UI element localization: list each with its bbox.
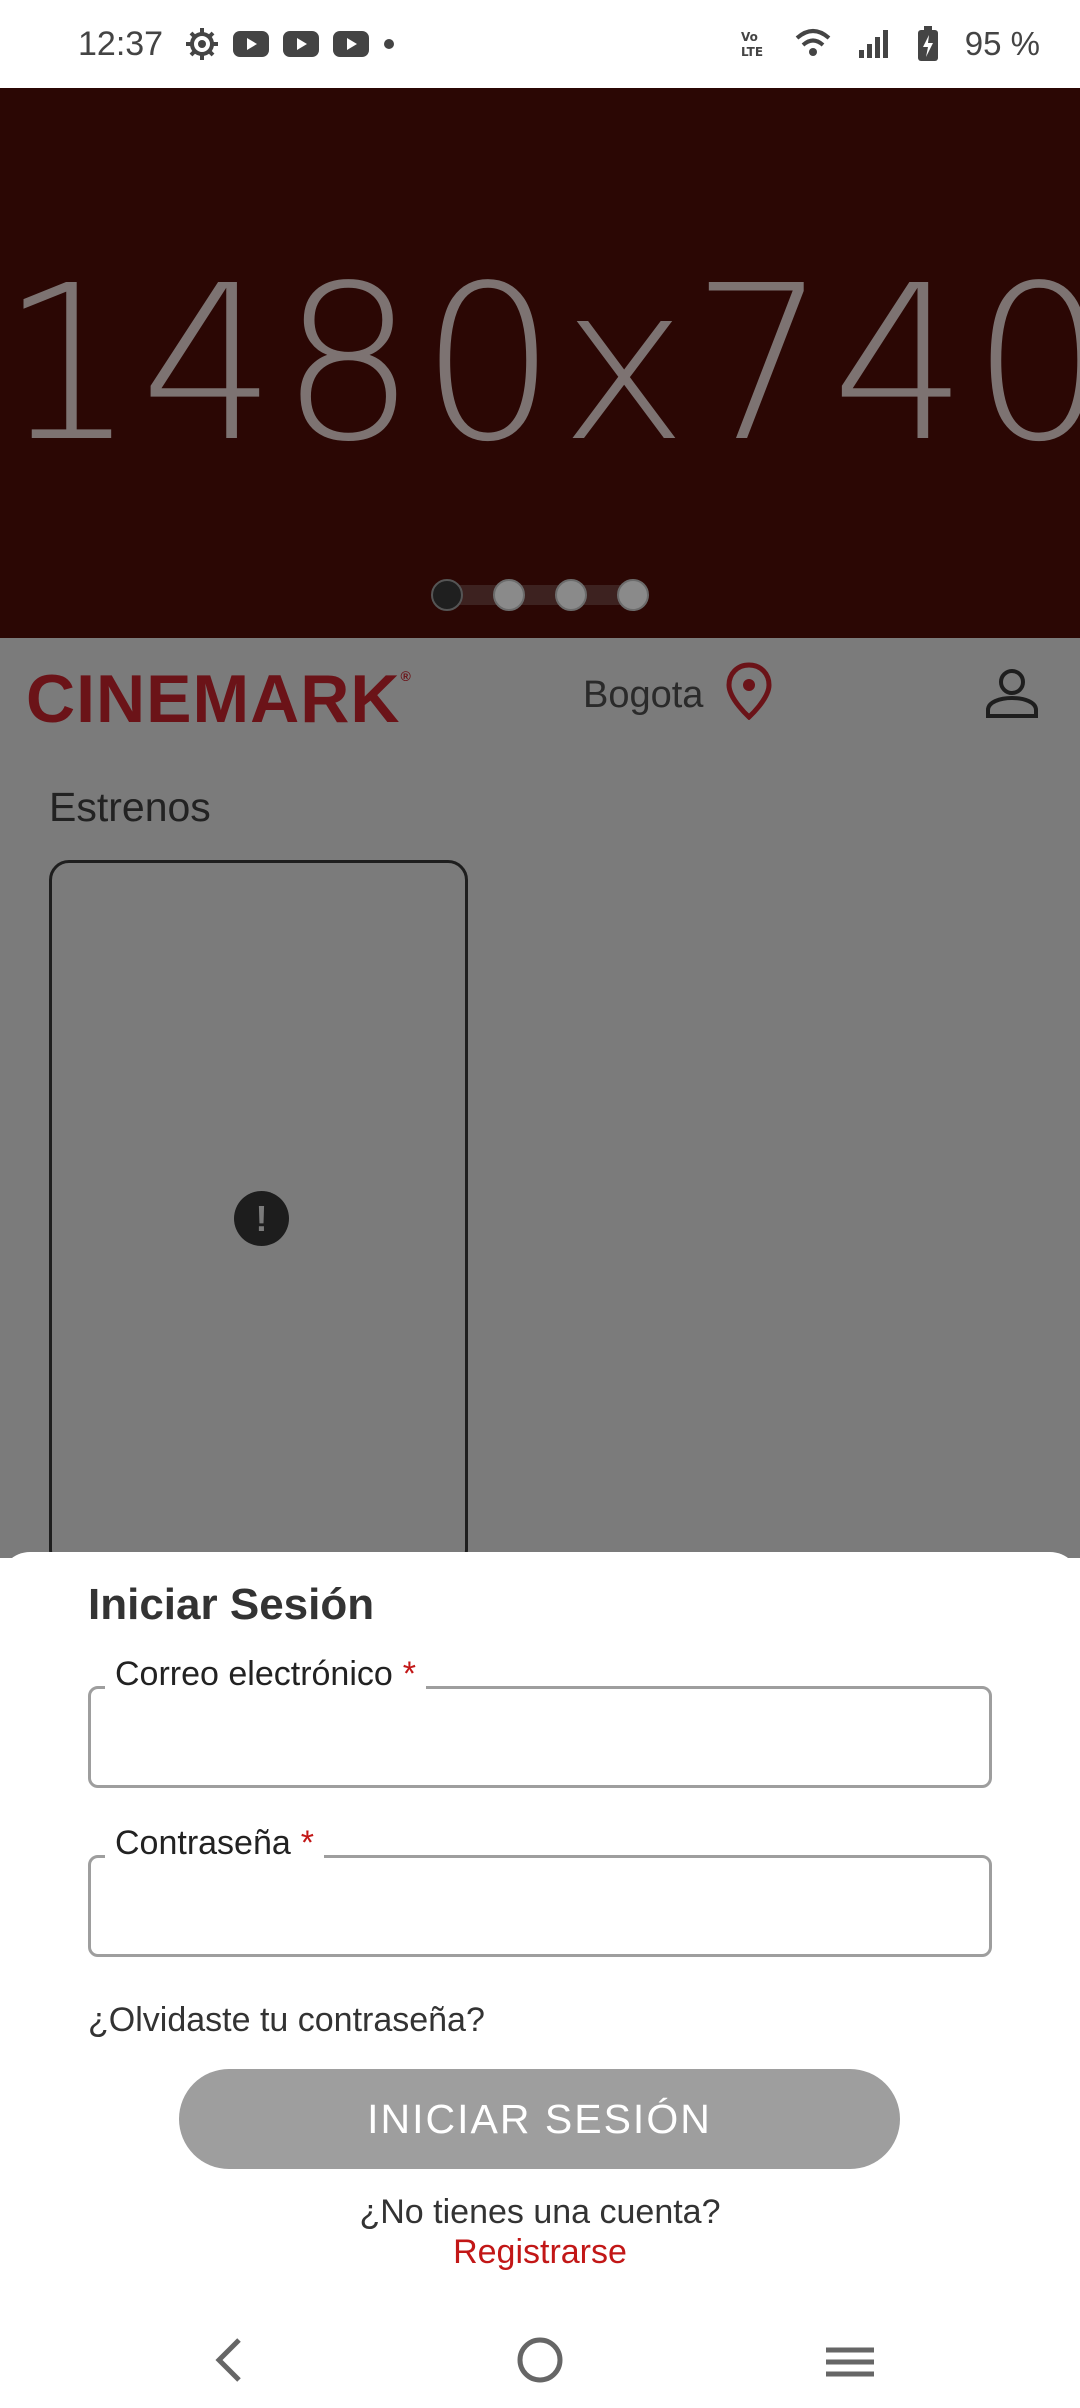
movie-card[interactable]: ! — [49, 860, 468, 1570]
youtube-icon — [333, 31, 370, 57]
dimmed-app-content: CINEMARK® Bogota Estrenos ! — [0, 638, 1080, 1570]
user-profile-icon[interactable] — [984, 668, 1040, 725]
carousel-dot-2[interactable] — [493, 579, 525, 611]
carousel-dot-1[interactable] — [431, 579, 463, 611]
hero-banner[interactable]: 1480x740 — [0, 88, 1080, 638]
svg-text:Vo: Vo — [741, 30, 758, 44]
login-bottom-sheet: Iniciar Sesión Correo electrónico * Contr… — [0, 1552, 1080, 2312]
status-bar: 12:37 Vo LTE 95 % — [0, 0, 1080, 88]
password-field-label: Contraseña * — [105, 1824, 325, 1863]
register-link[interactable]: Registrarse — [0, 2233, 1080, 2272]
status-time: 12:37 — [78, 24, 164, 63]
wifi-icon — [795, 28, 831, 60]
recent-apps-icon[interactable] — [824, 2326, 876, 2403]
city-selector[interactable]: Bogota — [583, 674, 703, 717]
section-title-estrenos: Estrenos — [49, 784, 211, 830]
image-error-icon: ! — [234, 1191, 289, 1246]
settings-icon — [185, 27, 219, 61]
logo-registered-mark: ® — [400, 668, 412, 684]
location-pin-icon[interactable] — [725, 662, 773, 725]
carousel-dot-4[interactable] — [617, 579, 649, 611]
battery-icon — [917, 26, 939, 62]
login-button[interactable]: INICIAR SESIÓN — [179, 2069, 900, 2169]
signal-icon — [857, 28, 891, 60]
password-field[interactable]: Contraseña * — [88, 1824, 992, 1957]
carousel-dot-3[interactable] — [555, 579, 587, 611]
banner-placeholder-text: 1480x740 — [0, 240, 1080, 489]
app-header: CINEMARK® Bogota — [0, 638, 1080, 748]
battery-percent: 95 % — [964, 25, 1040, 62]
password-input[interactable] — [91, 1858, 989, 1954]
cinemark-logo[interactable]: CINEMARK® — [26, 660, 412, 738]
navigation-bar — [0, 2312, 1080, 2408]
youtube-icon — [233, 31, 270, 57]
email-label-text: Correo electrónico — [115, 1655, 393, 1693]
svg-text:LTE: LTE — [741, 45, 763, 59]
youtube-icon — [283, 31, 320, 57]
back-icon[interactable] — [205, 2324, 251, 2401]
forgot-password-link[interactable]: ¿Olvidaste tu contraseña? — [88, 2001, 485, 2040]
email-input[interactable] — [91, 1689, 989, 1785]
password-label-text: Contraseña — [115, 1824, 291, 1862]
login-title: Iniciar Sesión — [88, 1580, 375, 1629]
required-mark: * — [402, 1655, 417, 1693]
volte-icon: Vo LTE — [739, 28, 769, 60]
logo-text: CINEMARK — [26, 661, 401, 737]
required-mark: * — [300, 1824, 315, 1862]
email-field-label: Correo electrónico * — [105, 1655, 427, 1694]
home-icon[interactable] — [515, 2324, 565, 2401]
email-field[interactable]: Correo electrónico * — [88, 1655, 992, 1788]
no-account-text: ¿No tienes una cuenta? — [359, 2193, 721, 2231]
carousel-indicators — [431, 576, 649, 614]
notification-dot-icon — [383, 38, 395, 50]
